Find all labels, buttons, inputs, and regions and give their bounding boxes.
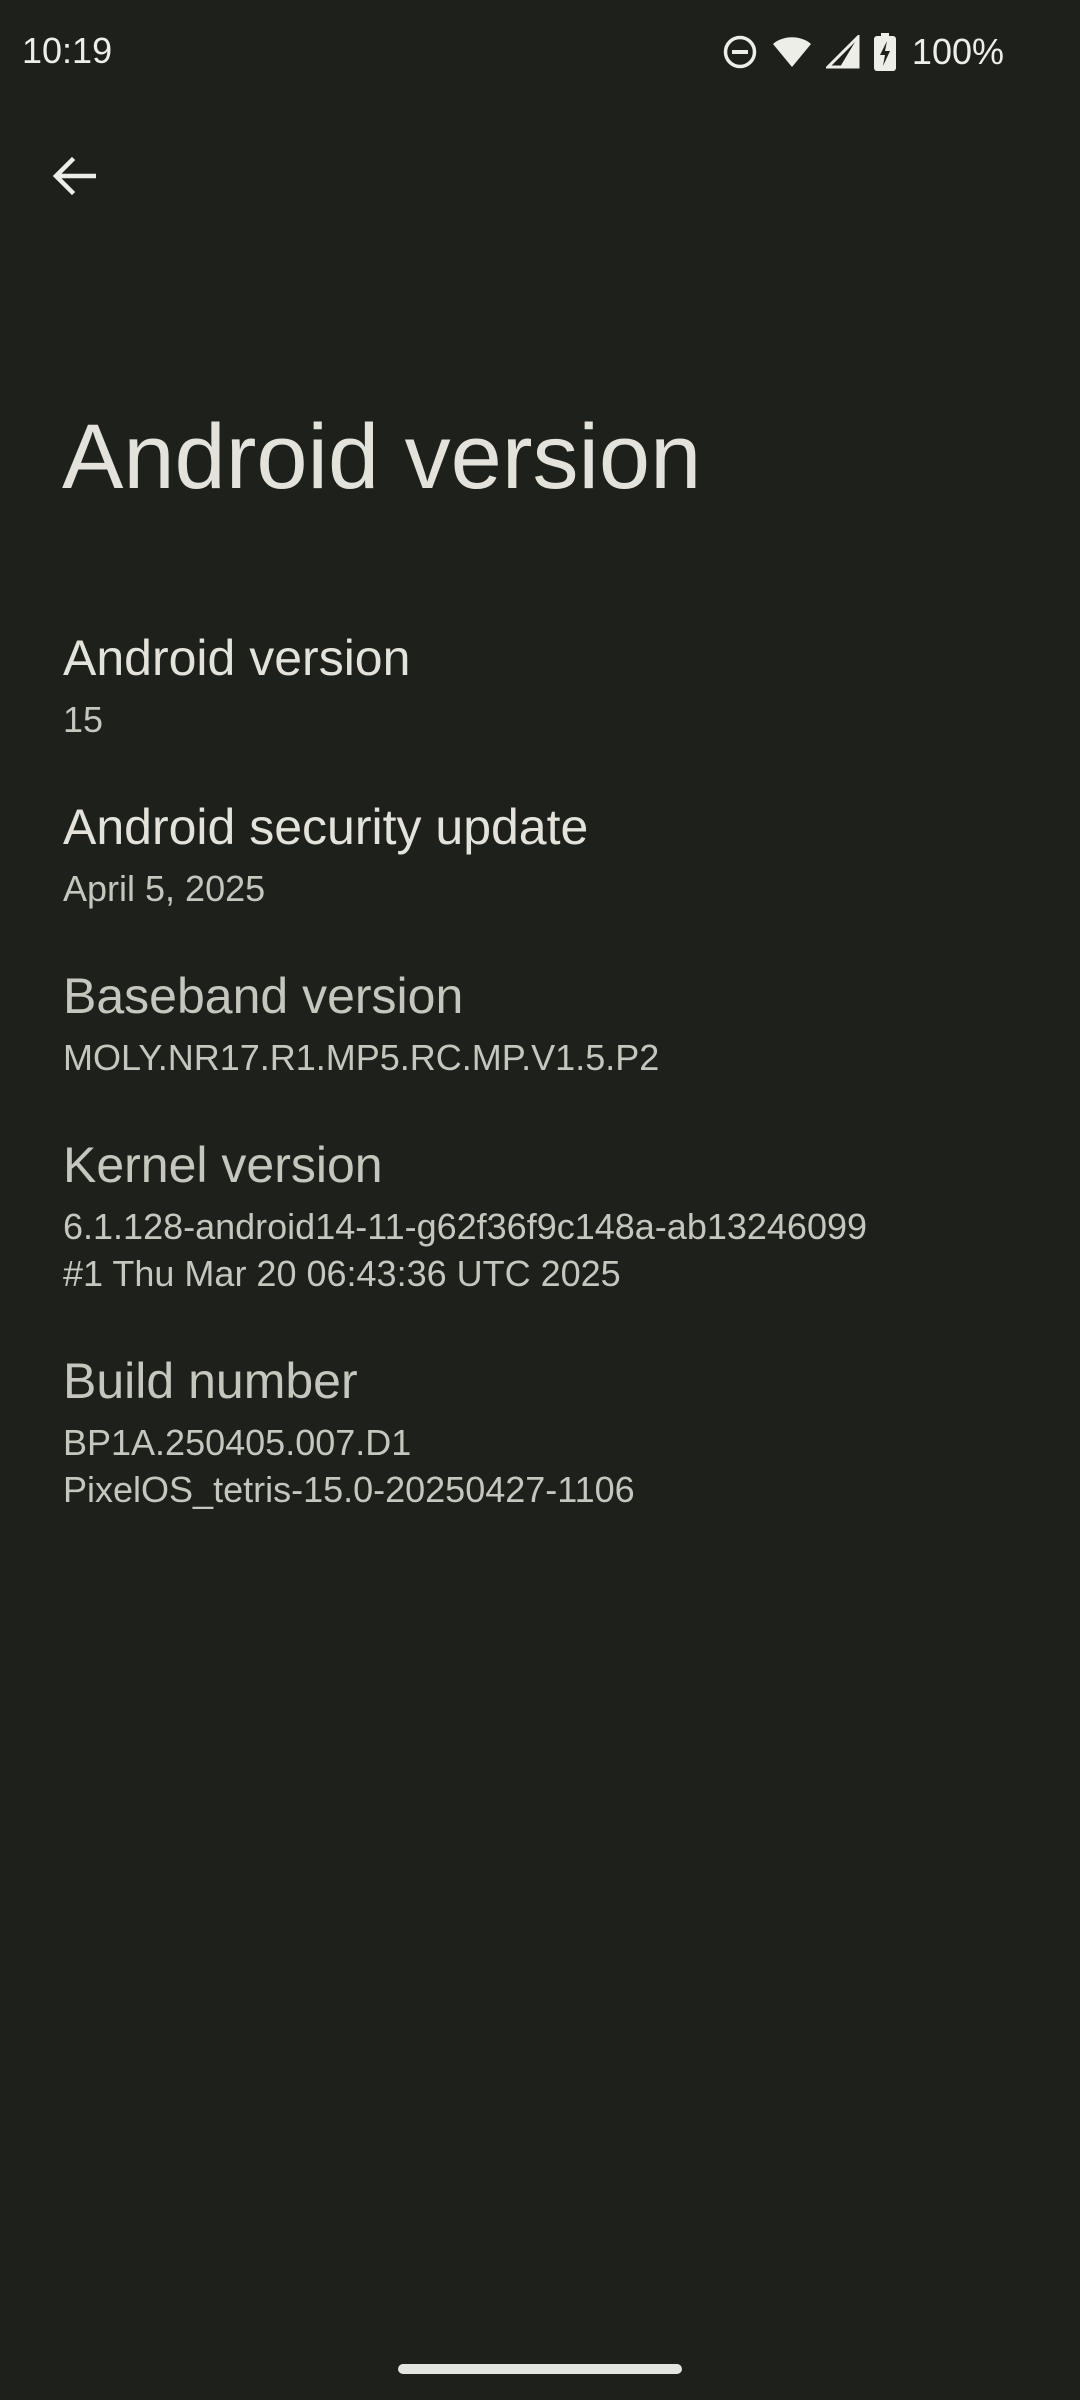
list-item-summary: 15: [63, 699, 104, 740]
list-item-title: Android version: [63, 630, 411, 686]
list-item-title: Build number: [63, 1353, 358, 1409]
arrow-back-icon: [52, 154, 97, 203]
list-item-title: Kernel version: [63, 1137, 383, 1193]
list-item-summary: 6.1.128-android14-11-g62f36f9c148a-ab132…: [63, 1206, 868, 1294]
list-item-summary: April 5, 2025: [63, 868, 266, 909]
preference-list: Android version 15 Android security upda…: [0, 600, 1080, 1539]
battery-percent: 100%: [911, 31, 1004, 72]
status-time: 10:19: [22, 30, 113, 71]
wifi-icon: [772, 35, 812, 69]
list-item-kernel-version: Kernel version 6.1.128-android14-11-g62f…: [0, 1107, 1080, 1323]
status-icons: 100%: [722, 28, 1004, 76]
list-item-android-version[interactable]: Android version 15: [0, 600, 1080, 769]
gesture-nav-handle[interactable]: [398, 2364, 682, 2374]
list-item-title: Android security update: [63, 799, 589, 855]
list-item-security-update[interactable]: Android security update April 5, 2025: [0, 769, 1080, 938]
list-item-baseband-version: Baseband version MOLY.NR17.R1.MP5.RC.MP.…: [0, 938, 1080, 1107]
status-bar: 10:19 100%: [0, 0, 1080, 100]
list-item-title: Baseband version: [63, 968, 464, 1024]
list-item-summary: BP1A.250405.007.D1 PixelOS_tetris-15.0-2…: [63, 1422, 635, 1510]
list-item-summary: MOLY.NR17.R1.MP5.RC.MP.V1.5.P2: [63, 1037, 660, 1078]
do-not-disturb-icon: [722, 34, 758, 70]
battery-charging-icon: [873, 33, 896, 71]
cellular-signal-icon: [825, 35, 860, 69]
page-title: Android version: [62, 406, 702, 508]
list-item-build-number[interactable]: Build number BP1A.250405.007.D1 PixelOS_…: [0, 1323, 1080, 1539]
back-button[interactable]: [40, 144, 108, 212]
